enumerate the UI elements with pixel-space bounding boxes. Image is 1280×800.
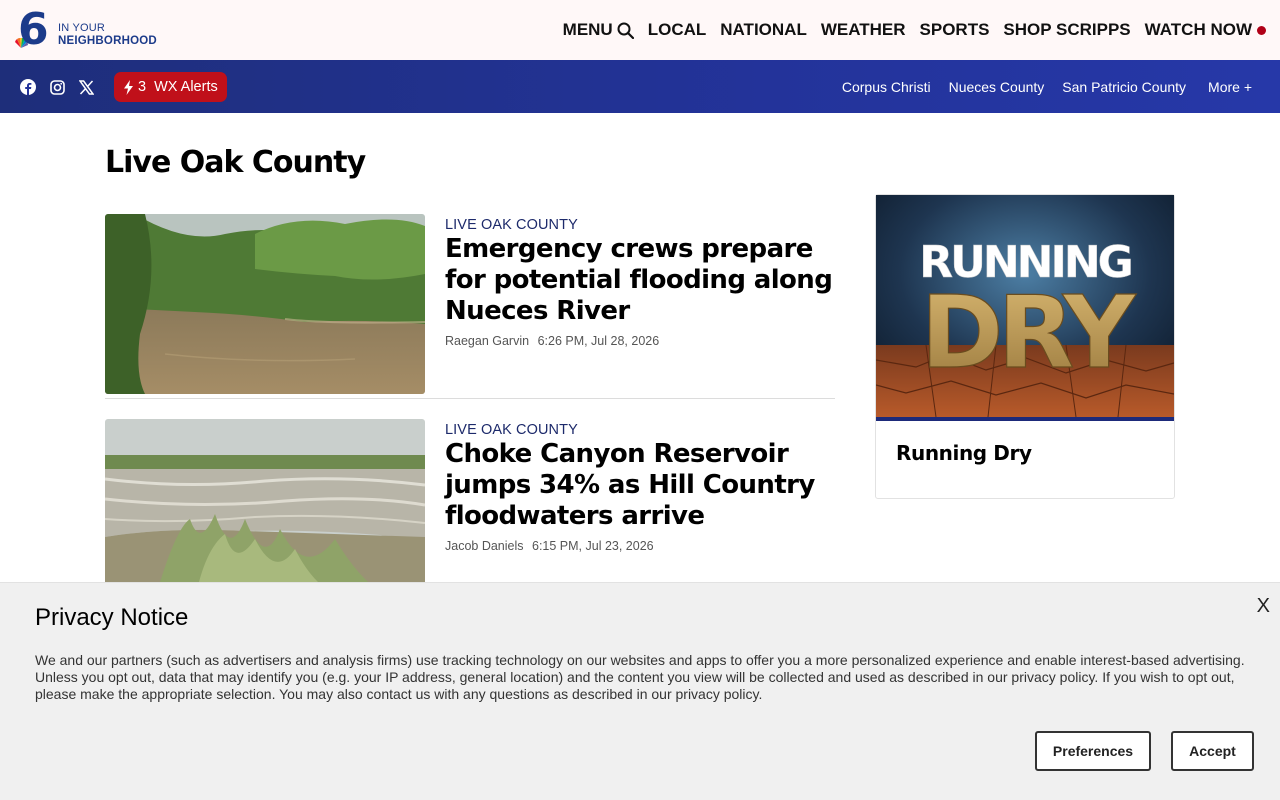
lightning-icon [124, 79, 133, 95]
menu-label: MENU [562, 20, 613, 39]
local-link-san-patricio-county[interactable]: San Patricio County [1062, 79, 1186, 95]
article-meta: Jacob Daniels 6:15 PM, Jul 23, 2026 [445, 539, 654, 553]
article-card[interactable]: LIVE OAK COUNTY Choke Canyon Reservoir j… [105, 419, 835, 599]
nav-local[interactable]: LOCAL [648, 20, 707, 40]
more-link[interactable]: More + [1208, 79, 1252, 95]
running-dry-image[interactable]: RUNNING DRY [876, 195, 1174, 421]
privacy-title: Privacy Notice [35, 604, 189, 631]
page-title: Live Oak County [105, 145, 366, 180]
card-title[interactable]: Running Dry [896, 441, 1032, 465]
watch-now-link[interactable]: WATCH NOW [1145, 20, 1266, 40]
nav-weather[interactable]: WEATHER [821, 20, 906, 40]
article-card[interactable]: LIVE OAK COUNTY Emergency crews prepare … [105, 214, 835, 394]
watch-now-label: WATCH NOW [1144, 20, 1252, 39]
live-dot-icon [1257, 25, 1266, 35]
nav-national[interactable]: NATIONAL [720, 20, 807, 40]
social-links [20, 79, 107, 95]
sub-header: 3 WX Alerts Corpus Christi Nueces County… [0, 60, 1280, 113]
local-nav: Corpus Christi Nueces County San Patrici… [824, 79, 1252, 95]
facebook-icon[interactable] [20, 79, 36, 95]
search-icon [617, 22, 634, 39]
article-headline[interactable]: Choke Canyon Reservoir jumps 34% as Hill… [445, 439, 840, 532]
alerts-label: WX Alerts [154, 79, 218, 95]
article-timestamp: 6:26 PM, Jul 28, 2026 [537, 334, 660, 348]
article-author: Raegan Garvin [445, 334, 530, 348]
main-nav: MENU LOCAL NATIONAL WEATHER SPORTS SHOP … [563, 19, 1266, 41]
dry-text: DRY [921, 274, 1138, 391]
accept-button[interactable]: Accept [1171, 731, 1254, 771]
local-link-corpus-christi[interactable]: Corpus Christi [842, 79, 931, 95]
menu-button[interactable]: MENU [563, 20, 634, 40]
article-kicker[interactable]: LIVE OAK COUNTY [445, 217, 578, 233]
article-headline[interactable]: Emergency crews prepare for potential fl… [445, 234, 840, 327]
logo-number: 6 [18, 4, 49, 55]
alerts-count: 3 [138, 79, 147, 95]
close-button[interactable]: X [1257, 595, 1270, 618]
x-icon[interactable] [78, 79, 94, 95]
article-thumbnail[interactable] [105, 419, 425, 599]
instagram-icon[interactable] [49, 79, 65, 95]
article-kicker[interactable]: LIVE OAK COUNTY [445, 422, 578, 438]
running-dry-card[interactable]: RUNNING DRY Running Dry [875, 194, 1175, 499]
preferences-button[interactable]: Preferences [1035, 731, 1151, 771]
privacy-text: We and our partners (such as advertisers… [35, 652, 1245, 702]
nav-shop-scripps[interactable]: SHOP SCRIPPS [1003, 20, 1130, 40]
top-header: 6 IN YOUR NEIGHBORHOOD MENU LOCAL NATION… [0, 0, 1280, 60]
article-timestamp: 6:15 PM, Jul 23, 2026 [532, 539, 654, 553]
local-link-nueces-county[interactable]: Nueces County [949, 79, 1045, 95]
article-meta: Raegan Garvin 6:26 PM, Jul 28, 2026 [445, 334, 659, 348]
privacy-notice-banner: Privacy Notice X We and our partners (su… [0, 582, 1280, 800]
nav-sports[interactable]: SPORTS [920, 20, 990, 40]
article-divider [105, 398, 835, 399]
logo-tagline-bottom: NEIGHBORHOOD [58, 35, 157, 47]
station-logo[interactable]: 6 IN YOUR NEIGHBORHOOD [14, 4, 174, 55]
article-thumbnail[interactable] [105, 214, 425, 394]
weather-alerts-button[interactable]: 3 WX Alerts [114, 72, 227, 102]
article-author: Jacob Daniels [445, 539, 524, 553]
logo-tagline-top: IN YOUR [58, 22, 106, 34]
